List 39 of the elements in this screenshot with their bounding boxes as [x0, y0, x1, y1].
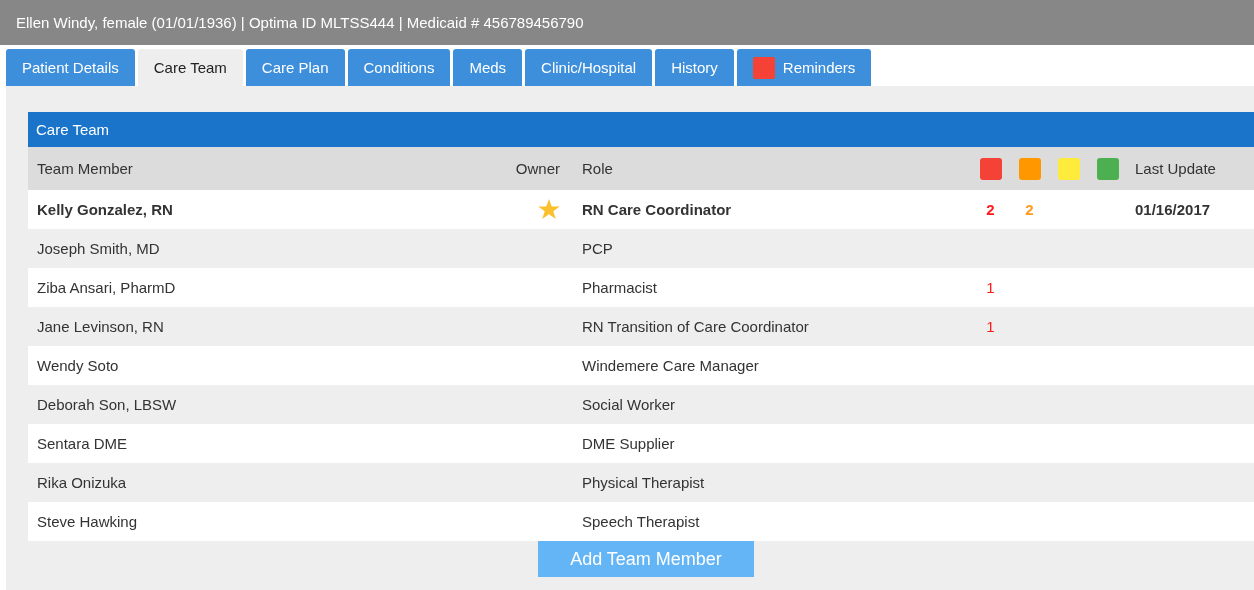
member-name: Deborah Son, LBSW: [36, 396, 178, 413]
column-header: Owner: [514, 160, 561, 177]
flag-count: 1: [986, 318, 995, 335]
table-row[interactable]: Deborah Son, LBSW Social Worker: [28, 385, 1254, 424]
table-row[interactable]: Sentara DME DME Supplier: [28, 424, 1254, 463]
member-name: Sentara DME: [36, 435, 129, 452]
table-row[interactable]: Joseph Smith, MD PCP: [28, 229, 1254, 268]
role: RN Transition of Care Coordinator: [581, 318, 810, 335]
column-header: Role: [581, 160, 614, 177]
role: Pharmacist: [581, 279, 659, 296]
column-header: Team Member: [36, 160, 134, 177]
role: RN Care Coordinator: [581, 201, 733, 218]
table-row[interactable]: Wendy Soto Windemere Care Manager: [28, 346, 1254, 385]
patient-info: Ellen Windy, female (01/01/1936) | Optima ID MLTSS444 | Medicaid # 456789456790: [16, 14, 584, 31]
table-row[interactable]: Ziba Ansari, PharmD Pharmacist 1: [28, 268, 1254, 307]
member-name: Kelly Gonzalez, RN: [36, 201, 174, 218]
member-name: Jane Levinson, RN: [36, 318, 165, 335]
role: Social Worker: [581, 396, 677, 413]
role: Windemere Care Manager: [581, 357, 760, 374]
member-name: Wendy Soto: [36, 357, 120, 374]
flag-count: 1: [986, 279, 995, 296]
role: DME Supplier: [581, 435, 676, 452]
panel-title: Care Team: [28, 112, 1254, 147]
table-row[interactable]: Kelly Gonzalez, RN RN Care Coordinator 2 2 01/16/2017: [28, 190, 1254, 229]
member-name: Ziba Ansari, PharmD: [36, 279, 177, 296]
column-header: Last Update: [1134, 160, 1217, 177]
table-row[interactable]: Rika Onizuka Physical Therapist: [28, 463, 1254, 502]
member-name: Rika Onizuka: [36, 474, 128, 491]
flag-count: 2: [986, 201, 995, 218]
role: Speech Therapist: [581, 513, 701, 530]
role: Physical Therapist: [581, 474, 706, 491]
table-row[interactable]: Jane Levinson, RN RN Transition of Care Coordinator 1: [28, 307, 1254, 346]
tab[interactable]: Care Team: [137, 49, 243, 86]
member-name: Joseph Smith, MD: [36, 240, 161, 257]
last-update: 01/16/2017: [1135, 201, 1211, 218]
table-row[interactable]: Steve Hawking Speech Therapist: [28, 502, 1254, 541]
role: PCP: [581, 240, 614, 257]
member-name: Steve Hawking: [36, 513, 139, 530]
flag-count: 2: [1025, 201, 1034, 218]
